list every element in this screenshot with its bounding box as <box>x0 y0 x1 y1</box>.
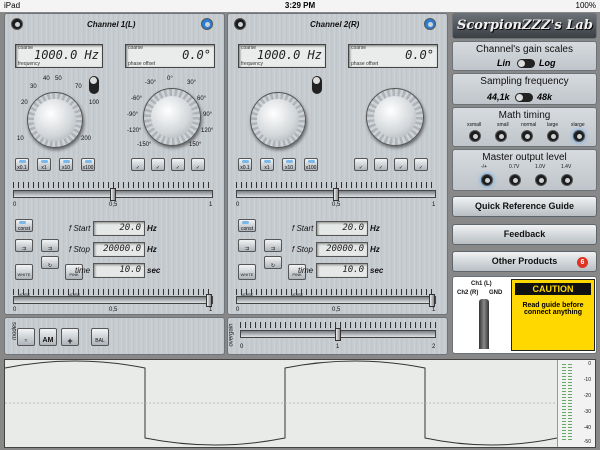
ch1-sweep-down-button[interactable]: ⇉ <box>41 239 59 252</box>
ch2-const-button[interactable]: const <box>238 219 256 232</box>
ch1-phase-check-1[interactable]: ✓ <box>131 158 145 171</box>
ch1-frequency-display[interactable]: coarse 1000.0 Hz frequency <box>15 44 103 68</box>
master-07v-radio[interactable] <box>509 174 521 186</box>
timing-large-radio[interactable] <box>547 130 559 142</box>
timing-xlarge-radio[interactable] <box>573 130 585 142</box>
ch2-sweep-loop-button[interactable]: ↻ <box>264 256 282 269</box>
ch2-mult-x100[interactable]: x100 <box>304 158 318 171</box>
ch2-phase-knob[interactable] <box>366 88 424 146</box>
ch1-mult-x100[interactable]: x100 <box>81 158 95 171</box>
quick-reference-button[interactable]: Quick Reference Guide <box>452 196 597 217</box>
ch1-fine-slider[interactable] <box>13 188 213 201</box>
mode-normal-button[interactable]: ≈ <box>17 328 35 346</box>
sampling-toggle[interactable] <box>515 93 533 102</box>
ch1-sweep-loop-button[interactable]: ↻ <box>41 256 59 269</box>
ch2-fine-toggle[interactable] <box>312 76 322 94</box>
channel-2-link-button[interactable] <box>234 18 246 30</box>
ch1-phase-check-4[interactable]: ✓ <box>191 158 205 171</box>
clock: 3:29 PM <box>284 1 316 10</box>
oscilloscope-view: 0 -10 -20 -30 -40 -50 <box>4 359 596 448</box>
jack-plug-diagram <box>479 299 489 349</box>
timing-xsmall-radio[interactable] <box>469 130 481 142</box>
channel-2-power-button[interactable] <box>424 18 436 30</box>
ch2-fstart-field[interactable]: 20.0 <box>316 221 368 236</box>
ch1-gain-slider-ticks <box>13 289 213 295</box>
ch1-fstart-field[interactable]: 20.0 <box>93 221 145 236</box>
mode-am-button[interactable]: AM <box>39 328 57 346</box>
timing-normal-radio[interactable] <box>521 130 533 142</box>
ch1-phase-check-2[interactable]: ✓ <box>151 158 165 171</box>
ch1-mult-x1[interactable]: x1 <box>37 158 51 171</box>
ch2-phase-check-4[interactable]: ✓ <box>414 158 428 171</box>
channel-1-panel: Channel 1(L) coarse 1000.0 Hz frequency co… <box>4 13 225 315</box>
gain-scales-panel: Channel's gain scales Lin Log <box>452 41 597 71</box>
channel-1-link-button[interactable] <box>11 18 23 30</box>
ch2-fine-slider[interactable] <box>236 188 436 201</box>
mode-plus-button[interactable]: + <box>61 328 79 346</box>
ch1-mult-x01[interactable]: x0.1 <box>15 158 29 171</box>
master-10v-radio[interactable] <box>535 174 547 186</box>
ch2-white-noise-button[interactable]: WHITE NOISE <box>238 264 256 297</box>
gain-scale-toggle[interactable] <box>517 59 535 68</box>
master-polarity-radio[interactable] <box>481 174 493 186</box>
ch1-gain-slider[interactable] <box>13 294 213 307</box>
ch1-time-field[interactable]: 10.0 <box>93 263 145 278</box>
caution-title: CAUTION <box>515 283 591 295</box>
level-bar-left <box>562 364 566 442</box>
ch2-phase-display[interactable]: coarse 0.0° phase offset <box>348 44 438 68</box>
caution-box: CAUTION Read guide before connect anythi… <box>511 279 595 351</box>
math-timing-panel: Math timing xsmall small normal large xl… <box>452 107 597 147</box>
ch1-const-button[interactable]: const <box>15 219 33 232</box>
channel-1-title: Channel 1(L) <box>87 20 136 29</box>
ch2-gain-slider-ticks <box>236 289 436 295</box>
channel-2-title: Channel 2(R) <box>310 20 360 29</box>
sampling-panel: Sampling frequency 44,1k 48k <box>452 73 597 105</box>
other-products-button[interactable]: Other Products 6 <box>452 251 597 272</box>
overgain-panel: overgain 0 1 2 <box>227 317 448 355</box>
channel-1-power-button[interactable] <box>201 18 213 30</box>
ch2-mult-x10[interactable]: x10 <box>282 158 296 171</box>
ch1-sweep-up-button[interactable]: ⇉ <box>15 239 33 252</box>
master-output-panel: Master output level -/+ 0.7V 1.0V 1.4V <box>452 149 597 191</box>
overgain-label: overgain <box>228 323 235 347</box>
ch1-phase-knob[interactable] <box>143 88 201 146</box>
ch2-phase-check-1[interactable]: ✓ <box>354 158 368 171</box>
brand-logo: ScorpionZZZ's Lab <box>457 18 593 33</box>
ch2-fstop-field[interactable]: 20000.0 <box>316 242 368 257</box>
battery-label: 100% <box>575 1 596 10</box>
ch2-frequency-display[interactable]: coarse 1000.0 Hz frequency <box>238 44 326 68</box>
ch1-phase-check-3[interactable]: ✓ <box>171 158 185 171</box>
status-bar: iPad 3:29 PM 100% <box>0 0 600 12</box>
level-bar-right <box>568 364 572 442</box>
ch2-mult-x1[interactable]: x1 <box>260 158 274 171</box>
waveform <box>5 360 557 446</box>
ch1-frequency-knob[interactable] <box>27 92 83 148</box>
other-products-badge: 6 <box>577 257 588 268</box>
ch2-phase-check-2[interactable]: ✓ <box>374 158 388 171</box>
caution-text: Read guide before connect anything <box>522 302 584 316</box>
feedback-button[interactable]: Feedback <box>452 224 597 245</box>
ch1-white-noise-button[interactable]: WHITE NOISE <box>15 264 33 297</box>
ch1-phase-display[interactable]: coarse 0.0° phase offset <box>125 44 215 68</box>
level-meter: 0 -10 -20 -30 -40 -50 <box>557 360 595 447</box>
ch2-phase-check-3[interactable]: ✓ <box>394 158 408 171</box>
ch1-mult-x10[interactable]: x10 <box>59 158 73 171</box>
ch2-time-field[interactable]: 10.0 <box>316 263 368 278</box>
ch2-frequency-knob[interactable] <box>250 92 306 148</box>
ch1-fstop-field[interactable]: 20000.0 <box>93 242 145 257</box>
modes-panel: modes ≈ AM + BAL <box>4 317 225 355</box>
ch2-sweep-down-button[interactable]: ⇉ <box>264 239 282 252</box>
ch2-gain-slider[interactable] <box>236 294 436 307</box>
overgain-slider[interactable] <box>240 328 436 341</box>
ch1-fine-toggle[interactable] <box>89 76 99 94</box>
ch2-mult-x01[interactable]: x0.1 <box>238 158 252 171</box>
timing-small-radio[interactable] <box>495 130 507 142</box>
connection-panel: Ch1 (L) Ch2 (R) GND CAUTION Read guide b… <box>452 276 597 354</box>
brand-header: ScorpionZZZ's Lab <box>452 13 597 39</box>
channel-2-panel: Channel 2(R) coarse 1000.0 Hz frequency co… <box>227 13 448 315</box>
ch2-sweep-up-button[interactable]: ⇉ <box>238 239 256 252</box>
master-14v-radio[interactable] <box>561 174 573 186</box>
balance-button[interactable]: BAL <box>91 328 109 346</box>
